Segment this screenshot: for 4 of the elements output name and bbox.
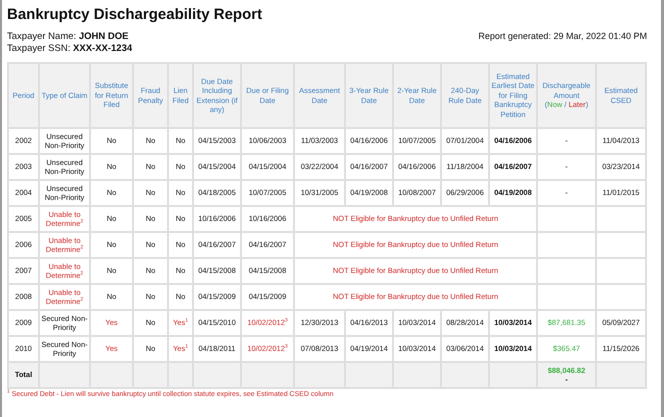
taxpayer-info: Taxpayer Name: JOHN DOE: [7, 31, 130, 43]
report-title: Bankruptcy Dischargeability Report: [7, 6, 262, 23]
taxpayer-info: Taxpayer SSN: XXX-XX-1234: [7, 43, 134, 55]
report-timestamp: Report generated: 29 Mar, 2022 01:40 PM: [478, 31, 647, 41]
